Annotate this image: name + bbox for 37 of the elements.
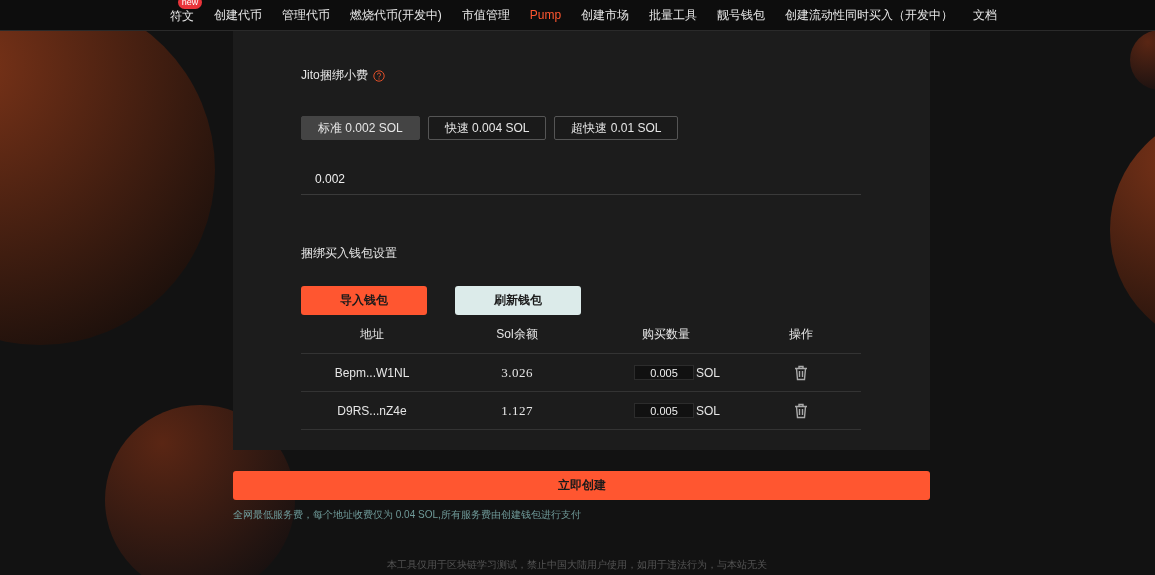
amount-input[interactable]: 0.005 — [634, 403, 694, 418]
nav-link[interactable]: 市值管理 — [457, 6, 514, 24]
create-button[interactable]: 立即创建 — [233, 471, 930, 500]
nav-link[interactable]: 管理代币 — [277, 6, 334, 24]
import-wallet-button[interactable]: 导入钱包 — [301, 286, 427, 315]
nav-link[interactable]: 创建流动性同时买入（开发中） — [781, 6, 958, 24]
unit-label: SOL — [696, 403, 720, 418]
tip-input[interactable]: 0.002 — [301, 163, 861, 195]
nav-link[interactable]: 创建市场 — [577, 6, 634, 24]
table-cell-text: Bepm...W1NL — [333, 365, 411, 380]
column-header: 地址 — [359, 325, 385, 343]
nav-link[interactable]: 批量工具 — [645, 6, 702, 24]
nav-link[interactable]: Pump — [525, 8, 566, 22]
column-header: Sol余额 — [495, 325, 539, 343]
nav-link[interactable]: 燃烧代币(开发中) — [345, 6, 446, 24]
unit-label: SOL — [696, 365, 720, 380]
help-icon[interactable] — [372, 69, 385, 82]
section-title: 捆绑买入钱包设置 — [301, 245, 398, 262]
table-cell-text: D9RS...nZ4e — [336, 403, 408, 418]
refresh-wallet-button[interactable]: 刷新钱包 — [455, 286, 581, 315]
table-cell-text: 1.127 — [500, 402, 534, 419]
section-label: Jito捆绑小费 — [301, 67, 368, 84]
column-header: 操作 — [788, 325, 814, 343]
tip-option-button[interactable]: 标准 0.002 SOL — [301, 116, 420, 140]
nav-link[interactable]: 靓号钱包 — [713, 6, 770, 24]
tip-option-button[interactable]: 超快速 0.01 SOL — [554, 116, 679, 140]
column-header: 购买数量 — [641, 325, 691, 343]
amount-input[interactable]: 0.005 — [634, 365, 694, 380]
trash-icon[interactable] — [794, 402, 808, 419]
nav-link[interactable]: 创建代币 — [209, 6, 266, 24]
table-cell-text: 3.026 — [500, 364, 534, 381]
nav-link[interactable]: 符文 — [165, 8, 198, 23]
fee-note: 全网最低服务费，每个地址收费仅为 0.04 SOL,所有服务费由创建钱包进行支付 — [233, 508, 582, 522]
tip-option-button[interactable]: 快速 0.004 SOL — [427, 116, 547, 140]
trash-icon[interactable] — [794, 364, 808, 381]
nav-link[interactable]: 文档 — [969, 6, 1002, 24]
new-badge: new — [177, 0, 203, 9]
